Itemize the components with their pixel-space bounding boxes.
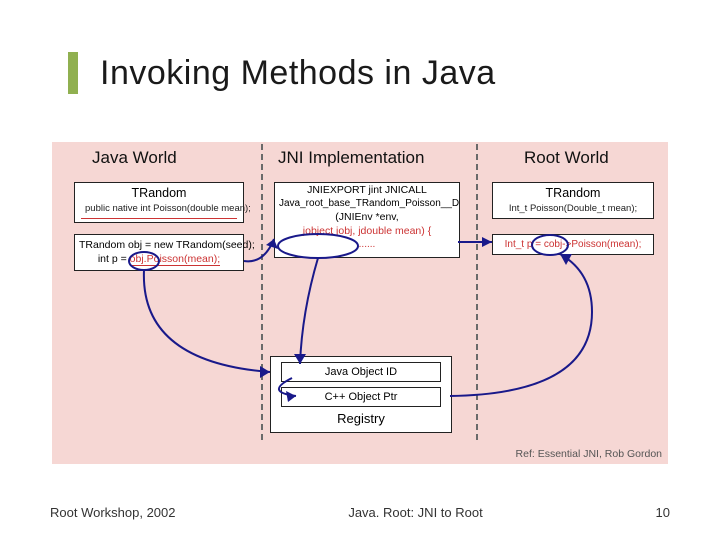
column-header-java: Java World (92, 148, 177, 168)
java-ctor-line: TRandom obj = new TRandom(seed); (75, 238, 243, 252)
java-call-prefix: int p = (98, 253, 130, 265)
column-divider-1 (261, 144, 263, 440)
registry-box: Java Object ID C++ Object Ptr Registry (270, 356, 452, 433)
registry-cpp-ptr: C++ Object Ptr (281, 387, 441, 407)
registry-label: Registry (271, 407, 451, 426)
java-class-sig: public native int Poisson(double mean); (81, 202, 237, 219)
java-class-box: TRandom public native int Poisson(double… (74, 182, 244, 223)
slide-title: Invoking Methods in Java (100, 54, 496, 93)
root-call-line: Int_t p = cobj->Poisson(mean); (493, 239, 653, 250)
java-class-name: TRandom (75, 183, 243, 202)
title-accent-icon (68, 52, 78, 94)
java-call-expr: obj.Poisson(mean); (130, 253, 220, 266)
registry-java-id: Java Object ID (281, 362, 441, 382)
column-divider-2 (476, 144, 478, 440)
root-class-box: TRandom Int_t Poisson(Double_t mean); (492, 182, 654, 219)
jni-line1: JNIEXPORT jint JNICALL (275, 183, 459, 197)
citation-text: Ref: Essential JNI, Rob Gordon (516, 448, 662, 460)
java-call-box: TRandom obj = new TRandom(seed); int p =… (74, 234, 244, 271)
root-call-box: Int_t p = cobj->Poisson(mean); (492, 234, 654, 255)
root-class-sig: Int_t Poisson(Double_t mean); (493, 202, 653, 218)
jni-impl-box: JNIEXPORT jint JNICALL Java_root_base_TR… (274, 182, 460, 258)
footer-left: Root Workshop, 2002 (50, 505, 176, 520)
footer-right: 10 (656, 505, 670, 520)
jni-dots: ...... (275, 238, 459, 251)
column-header-root: Root World (524, 148, 609, 168)
jni-line2: Java_root_base_TRandom_Poisson__D (275, 197, 459, 210)
footer-center: Java. Root: JNI to Root (348, 505, 482, 520)
diagram-canvas: Java World JNI Implementation Root World… (52, 142, 668, 464)
slide-footer: Root Workshop, 2002 Java. Root: JNI to R… (0, 505, 720, 520)
java-call-line: int p = obj.Poisson(mean); (75, 252, 243, 266)
jni-line3: (JNIEnv *env, (275, 210, 459, 224)
slide-title-wrap: Invoking Methods in Java (68, 52, 496, 94)
jni-line4: jobject jobj, jdouble mean) { (275, 224, 459, 238)
column-header-jni: JNI Implementation (278, 148, 424, 168)
root-class-name: TRandom (493, 183, 653, 202)
